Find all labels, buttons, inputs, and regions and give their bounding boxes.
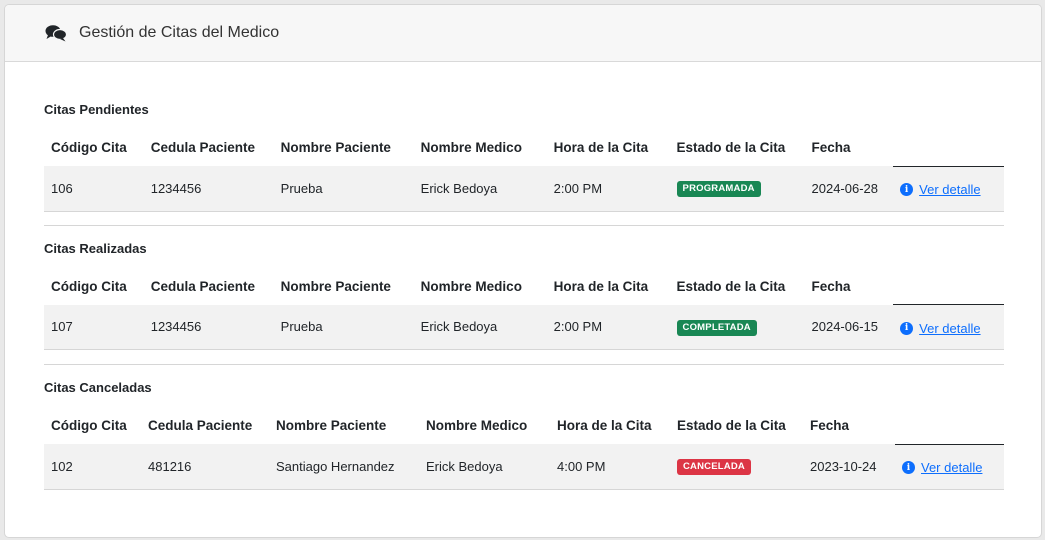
cell-action: i Ver detalle [895, 444, 1004, 490]
appointments-table: Código Cita Cedula Paciente Nombre Pacie… [44, 407, 1004, 490]
info-icon: i [900, 321, 914, 335]
column-header: Nombre Medico [426, 418, 528, 433]
status-badge: COMPLETADA [676, 319, 757, 336]
column-header: Estado de la Cita [676, 140, 786, 155]
column-header: Cedula Paciente [150, 140, 256, 155]
column-header: Nombre Paciente [280, 140, 391, 155]
cell-hora: 2:00 PM [546, 166, 670, 212]
page-title: Gestión de Citas del Medico [79, 24, 280, 41]
section-realizadas: Citas Realizadas Código Cita Cedula Paci… [44, 226, 1004, 365]
section-canceladas: Citas Canceladas Código Cita Cedula Paci… [44, 365, 1004, 490]
column-header: Código Cita [51, 140, 127, 155]
column-header: Código Cita [51, 278, 127, 294]
comments-icon [45, 24, 68, 42]
card-body: Citas Pendientes Código Cita Cedula Paci… [5, 62, 1041, 490]
appointments-table: Código Cita Cedula Paciente Nombre Pacie… [44, 267, 1004, 350]
status-badge: CANCELADA [677, 459, 751, 476]
column-header: Estado de la Cita [676, 278, 786, 294]
action-column-header [893, 129, 1004, 167]
cell-action: i Ver detalle [893, 304, 1004, 350]
column-header: Estado de la Cita [677, 418, 786, 433]
column-header: Fecha [811, 140, 851, 155]
cell-hora: 4:00 PM [550, 444, 670, 490]
cell-fecha: 2024-06-15 [804, 304, 894, 350]
cell-cedula: 1234456 [143, 166, 274, 212]
cell-medico: Erick Bedoya [413, 304, 547, 350]
column-header: Hora de la Cita [553, 140, 649, 155]
cell-estado: CANCELADA [670, 444, 803, 490]
view-detail-label: Ver detalle [919, 182, 981, 198]
cell-paciente: Santiago Hernandez [269, 444, 419, 490]
table-row: 106 1234456 Prueba Erick Bedoya 2:00 PM … [44, 166, 1004, 212]
column-header: Fecha [811, 278, 851, 294]
cell-estado: PROGRAMADA [669, 166, 805, 212]
column-header: Nombre Medico [420, 278, 522, 294]
table-header-row: Código Cita Cedula Paciente Nombre Pacie… [44, 129, 1004, 167]
appointments-table: Código Cita Cedula Paciente Nombre Pacie… [44, 129, 1004, 212]
section-title: Citas Canceladas [44, 380, 152, 395]
cell-cedula: 481216 [141, 444, 269, 490]
appointments-card: Gestión de Citas del Medico Citas Pendie… [4, 4, 1042, 538]
cell-medico: Erick Bedoya [413, 166, 547, 212]
view-detail-link[interactable]: i Ver detalle [900, 320, 981, 336]
column-header: Nombre Paciente [280, 278, 391, 294]
table-header-row: Código Cita Cedula Paciente Nombre Pacie… [44, 267, 1004, 305]
action-column-header [893, 267, 1004, 305]
status-badge: PROGRAMADA [676, 181, 761, 198]
table-row: 102 481216 Santiago Hernandez Erick Bedo… [44, 444, 1004, 490]
column-header: Cedula Paciente [148, 418, 253, 433]
cell-action: i Ver detalle [893, 166, 1004, 212]
cell-fecha: 2023-10-24 [803, 444, 895, 490]
column-header: Nombre Medico [420, 140, 522, 155]
cell-codigo: 102 [44, 444, 141, 490]
table-row: 107 1234456 Prueba Erick Bedoya 2:00 PM … [44, 304, 1004, 350]
info-icon: i [900, 183, 914, 197]
cell-hora: 2:00 PM [546, 304, 670, 350]
column-header: Nombre Paciente [276, 418, 387, 433]
action-column-header [895, 407, 1004, 445]
section-title: Citas Realizadas [44, 240, 147, 256]
section-pendientes: Citas Pendientes Código Cita Cedula Paci… [44, 62, 1004, 226]
column-header: Cedula Paciente [150, 278, 256, 294]
cell-codigo: 106 [44, 166, 144, 212]
view-detail-label: Ver detalle [919, 320, 981, 336]
cell-estado: COMPLETADA [669, 304, 805, 350]
info-icon: i [902, 461, 915, 475]
column-header: Fecha [810, 418, 850, 433]
cell-paciente: Prueba [273, 304, 414, 350]
column-header: Hora de la Cita [553, 278, 649, 294]
column-header: Código Cita [51, 418, 127, 433]
card-header: Gestión de Citas del Medico [5, 5, 1041, 62]
view-detail-link[interactable]: i Ver detalle [900, 182, 981, 198]
column-header: Hora de la Cita [557, 418, 652, 433]
cell-paciente: Prueba [273, 166, 414, 212]
cell-medico: Erick Bedoya [419, 444, 550, 490]
view-detail-link[interactable]: i Ver detalle [902, 460, 982, 475]
cell-fecha: 2024-06-28 [804, 166, 894, 212]
cell-cedula: 1234456 [143, 304, 274, 350]
cell-codigo: 107 [44, 304, 144, 350]
section-title: Citas Pendientes [44, 102, 149, 117]
table-header-row: Código Cita Cedula Paciente Nombre Pacie… [44, 407, 1004, 445]
view-detail-label: Ver detalle [921, 460, 983, 476]
